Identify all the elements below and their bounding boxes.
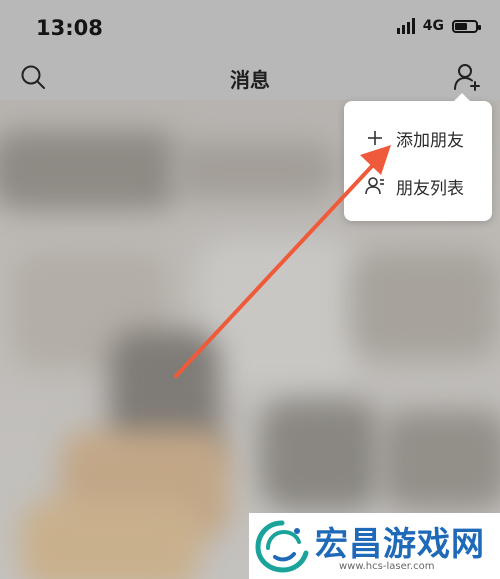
watermark-url: www.hcs-laser.com [339,561,435,572]
annotation-arrow [174,145,391,378]
watermark: 宏昌游戏网 www.hcs-laser.com [249,513,500,579]
dragon-logo-icon [255,520,309,573]
watermark-title: 宏昌游戏网 [315,524,485,563]
